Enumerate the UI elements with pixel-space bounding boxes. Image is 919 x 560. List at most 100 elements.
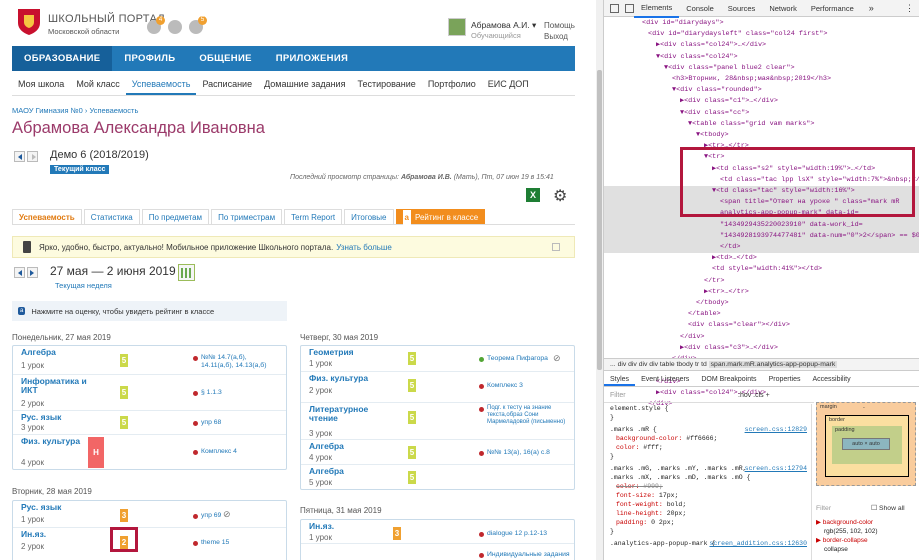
- prev-year-button[interactable]: [14, 151, 25, 162]
- dom-node[interactable]: ▼<div class="panel blue2 clear">: [604, 63, 919, 74]
- devtools-tab-sources[interactable]: Sources: [721, 0, 763, 17]
- tab-by-trimester[interactable]: По триместрам: [211, 209, 283, 224]
- dom-node[interactable]: <div id="diarydaysleft" class="col24 fir…: [604, 29, 919, 40]
- dom-node[interactable]: ▼<div class="cc">: [604, 108, 919, 119]
- subject-name[interactable]: Информатика и ИКТ: [21, 377, 91, 395]
- show-all-checkbox[interactable]: ☐ Show all: [871, 505, 905, 512]
- devtools-tab-console[interactable]: Console: [679, 0, 721, 17]
- style-source-link[interactable]: screen.css:12829: [745, 425, 807, 434]
- dom-breadcrumb-item[interactable]: ...: [610, 361, 618, 368]
- style-property[interactable]: font-size: 17px;: [610, 491, 811, 500]
- user-name[interactable]: Абрамова А.И. ▾: [471, 20, 536, 31]
- homework-link[interactable]: Комплекс 4: [193, 448, 237, 456]
- avatar[interactable]: [448, 18, 466, 36]
- tab-term-report[interactable]: Term Report: [284, 209, 343, 224]
- dom-node[interactable]: <div id="diarydays">: [604, 18, 919, 29]
- dom-breadcrumb-item[interactable]: div: [649, 361, 660, 368]
- scrollbar-thumb[interactable]: [597, 70, 602, 370]
- grade-mark[interactable]: 3: [120, 509, 128, 522]
- mainnav-communication[interactable]: ОБЩЕНИЕ: [187, 46, 263, 71]
- styles-tab-properties[interactable]: Properties: [763, 373, 807, 386]
- dom-node[interactable]: ▶<td>…</td>: [604, 253, 919, 264]
- dom-breadcrumb-item[interactable]: div: [618, 361, 629, 368]
- dom-node[interactable]: <td style="width:41%"></td>: [604, 264, 919, 275]
- grade-mark[interactable]: 5: [120, 354, 128, 367]
- style-property[interactable]: font-weight: bold;: [610, 500, 811, 509]
- dom-node[interactable]: </td>: [604, 242, 919, 254]
- style-property[interactable]: color: #fff;: [610, 443, 811, 452]
- style-property[interactable]: padding: 0 2px;: [610, 518, 811, 527]
- style-property[interactable]: line-height: 20px;: [610, 509, 811, 518]
- dom-node[interactable]: "1434929435220023910" data-work_id=: [604, 219, 919, 231]
- dom-breadcrumb-item[interactable]: td: [701, 361, 709, 368]
- tab-by-subject[interactable]: По предметам: [141, 209, 210, 224]
- tab-class-rating[interactable]: a Рейтинг в классе: [395, 209, 486, 225]
- mainnav-profile[interactable]: ПРОФИЛЬ: [112, 46, 187, 71]
- dom-breadcrumb-item[interactable]: table: [660, 361, 677, 368]
- grade-mark-absent[interactable]: Н: [88, 437, 104, 468]
- dom-breadcrumb-item[interactable]: div: [628, 361, 639, 368]
- style-property[interactable]: }: [610, 452, 811, 461]
- style-source-link[interactable]: screen.css:12794: [745, 464, 807, 473]
- messages-icon[interactable]: 5: [189, 16, 207, 34]
- subject-name[interactable]: Рус. язык: [21, 503, 61, 512]
- logo-emblem-icon[interactable]: [14, 6, 44, 36]
- device-toggle-icon[interactable]: [625, 3, 634, 13]
- grade-mark[interactable]: 5: [408, 471, 416, 484]
- devtools-menu-icon[interactable]: ⋮: [905, 3, 914, 14]
- attachment-icon[interactable]: ⊘: [553, 353, 561, 364]
- dom-node[interactable]: ▼<table class="grid vam marks">: [604, 119, 919, 130]
- subject-name[interactable]: Ин.яз.: [21, 530, 46, 539]
- subnav-my-class[interactable]: Мой класс: [70, 71, 125, 95]
- style-property[interactable]: }: [610, 413, 811, 422]
- grade-mark[interactable]: 3: [393, 527, 401, 540]
- next-year-button[interactable]: [27, 151, 38, 162]
- tab-progress[interactable]: Успеваемость: [12, 209, 82, 224]
- dom-node[interactable]: </tbody>: [604, 298, 919, 309]
- grade-mark[interactable]: 5: [120, 386, 128, 399]
- style-selector[interactable]: element.style {: [610, 404, 811, 413]
- homework-link[interactable]: №№ 13(а), 16(а) с.8: [479, 449, 550, 457]
- style-property[interactable]: color: #999;: [610, 482, 811, 491]
- subject-name[interactable]: Рус. язык: [21, 413, 61, 422]
- homework-link[interactable]: №№ 14.7(а,б), 14.11(а,б), 14.13(а,б): [193, 354, 281, 370]
- homework-link[interactable]: § 1.1.3: [193, 389, 222, 397]
- homework-link[interactable]: Индивидуальные задания: [479, 551, 570, 559]
- settings-gear-icon[interactable]: ⚙: [553, 186, 567, 206]
- styles-filter-input[interactable]: Filter:hov .cls +: [604, 389, 814, 403]
- attachment-icon[interactable]: ⊘: [223, 509, 231, 520]
- subnav-homework[interactable]: Домашние задания: [258, 71, 351, 95]
- mainnav-education[interactable]: ОБРАЗОВАНИЕ: [12, 46, 113, 71]
- prev-week-button[interactable]: [14, 267, 25, 278]
- grade-mark[interactable]: 5: [408, 446, 416, 459]
- dom-node[interactable]: ▶<div class="col24">…</div>: [604, 40, 919, 51]
- dom-node[interactable]: ▶<tr>…</tr>: [604, 287, 919, 298]
- style-property[interactable]: background-color: #ff6666;: [610, 434, 811, 443]
- subject-name[interactable]: Литературное чтение: [309, 405, 377, 423]
- styles-filter-options[interactable]: :hov .cls +: [738, 389, 770, 403]
- calendar-icon[interactable]: [178, 264, 195, 281]
- homework-link[interactable]: упр 68: [192, 419, 221, 427]
- subject-name[interactable]: Алгебра: [309, 467, 344, 476]
- dom-node[interactable]: ▼<tbody>: [604, 130, 919, 141]
- styles-tab-accessibility[interactable]: Accessibility: [806, 373, 856, 386]
- grade-mark[interactable]: 5: [408, 411, 416, 424]
- styles-tab-styles[interactable]: Styles: [604, 373, 636, 386]
- styles-tab-dom-breakpoints[interactable]: DOM Breakpoints: [695, 373, 762, 386]
- dom-node[interactable]: </div>: [604, 332, 919, 343]
- dismiss-promo-icon[interactable]: [552, 243, 560, 251]
- inspect-icon[interactable]: [610, 3, 619, 13]
- subnav-portfolio[interactable]: Портфолио: [422, 71, 482, 95]
- subject-name[interactable]: Алгебра: [21, 348, 56, 357]
- homework-link[interactable]: упр 69: [192, 512, 221, 520]
- devtools-more-tabs[interactable]: »: [869, 3, 874, 13]
- subnav-schedule[interactable]: Расписание: [196, 71, 258, 95]
- subnav-progress[interactable]: Успеваемость: [125, 71, 197, 95]
- dom-breadcrumb-item[interactable]: div: [639, 361, 650, 368]
- subnav-my-school[interactable]: Моя школа: [12, 71, 70, 95]
- help-link[interactable]: Помощь: [544, 21, 575, 30]
- mainnav-apps[interactable]: ПРИЛОЖЕНИЯ: [264, 46, 360, 71]
- subject-name[interactable]: Физ. культура: [21, 437, 81, 446]
- grade-mark[interactable]: 5: [408, 352, 416, 365]
- subject-name[interactable]: Физ. культура: [309, 374, 368, 383]
